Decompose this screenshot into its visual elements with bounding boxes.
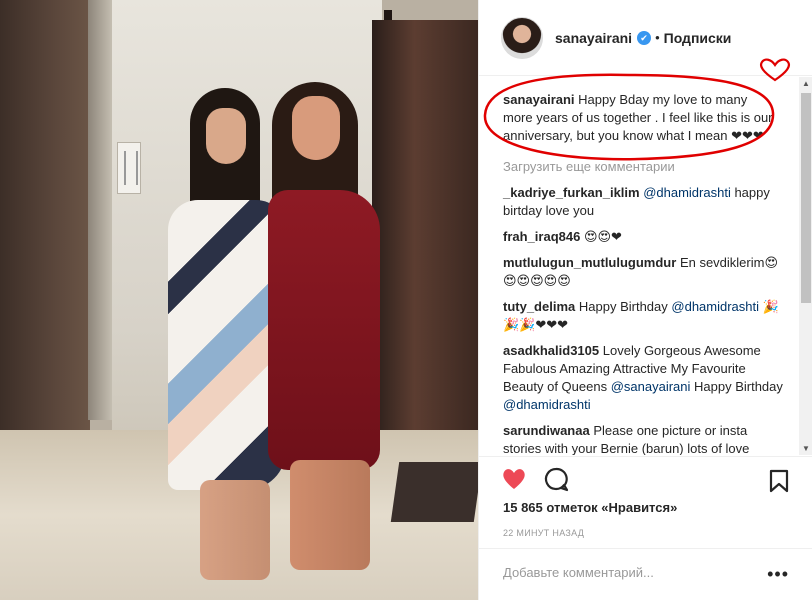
woman-left-face bbox=[206, 108, 246, 164]
likes-count[interactable]: 15 865 отметок «Нравится» bbox=[503, 500, 677, 515]
comment-text: Happy Birthday bbox=[578, 299, 668, 314]
list-item: asadkhalid3105 Lovely Gorgeous Awesome F… bbox=[503, 342, 787, 414]
wooden-door-left bbox=[0, 0, 90, 440]
woman-right-legs bbox=[290, 460, 370, 570]
add-comment-input[interactable]: Добавьте комментарий... ••• bbox=[479, 548, 812, 600]
comments-scrollbar[interactable]: ▲ ▼ bbox=[799, 77, 812, 455]
comment-icon[interactable] bbox=[543, 466, 569, 492]
list-item: tuty_delima Happy Birthday @dhamidrashti… bbox=[503, 298, 787, 334]
light-switch bbox=[117, 142, 141, 194]
post-photo[interactable] bbox=[0, 0, 478, 600]
add-comment-placeholder[interactable]: Добавьте комментарий... bbox=[503, 565, 654, 580]
list-item: sarundiwanaa Please one picture or insta… bbox=[503, 422, 787, 455]
following-button[interactable]: Подписки bbox=[664, 30, 732, 46]
list-item: _kadriye_furkan_iklim @dhamidrashti happ… bbox=[503, 184, 787, 220]
wall-edge bbox=[88, 0, 114, 420]
hand-drawn-circle-annotation bbox=[483, 73, 775, 161]
comment-text: 😍😍❤ bbox=[583, 229, 622, 244]
comment-username[interactable]: tuty_delima bbox=[503, 299, 575, 314]
post-side-panel: sanayairani ✔ • Подписки sanayairani Hap… bbox=[478, 0, 812, 600]
comment-text-2: Happy Birthday bbox=[694, 379, 783, 394]
comment-username[interactable]: asadkhalid3105 bbox=[503, 343, 599, 358]
comment-mention[interactable]: @dhamidrashti bbox=[671, 299, 759, 314]
scroll-down-icon[interactable]: ▼ bbox=[802, 444, 810, 453]
comment-mention[interactable]: @dhamidrashti bbox=[643, 185, 731, 200]
heart-icon[interactable] bbox=[501, 466, 527, 492]
comment-username[interactable]: sarundiwanaa bbox=[503, 423, 590, 438]
action-bar bbox=[479, 456, 812, 500]
verified-badge-icon: ✔ bbox=[637, 30, 652, 45]
comment-mention-2[interactable]: @dhamidrashti bbox=[503, 397, 591, 412]
header-username[interactable]: sanayairani bbox=[555, 30, 632, 46]
more-options-icon[interactable]: ••• bbox=[767, 564, 789, 585]
scroll-thumb[interactable] bbox=[801, 93, 811, 303]
wooden-door-right bbox=[372, 20, 478, 490]
comment-username[interactable]: mutlulugun_mutlulugumdur bbox=[503, 255, 676, 270]
door-mat bbox=[390, 462, 478, 522]
avatar[interactable] bbox=[501, 16, 543, 59]
woman-right-face bbox=[292, 96, 340, 160]
scroll-up-icon[interactable]: ▲ bbox=[802, 79, 810, 88]
list-item: mutlulugun_mutlulugumdur En sevdiklerim😍… bbox=[503, 254, 787, 290]
comment-mention[interactable]: @sanayairani bbox=[611, 379, 691, 394]
separator-dot: • bbox=[655, 30, 660, 45]
comment-username[interactable]: frah_iraq846 bbox=[503, 229, 580, 244]
bookmark-icon[interactable] bbox=[769, 469, 789, 493]
list-item: frah_iraq846 😍😍❤ bbox=[503, 228, 787, 246]
woman-right-dress bbox=[268, 190, 380, 470]
comment-username[interactable]: _kadriye_furkan_iklim bbox=[503, 185, 640, 200]
post-timestamp[interactable]: 22 МИНУТ НАЗАД bbox=[503, 528, 584, 538]
woman-left-legs bbox=[200, 480, 270, 580]
